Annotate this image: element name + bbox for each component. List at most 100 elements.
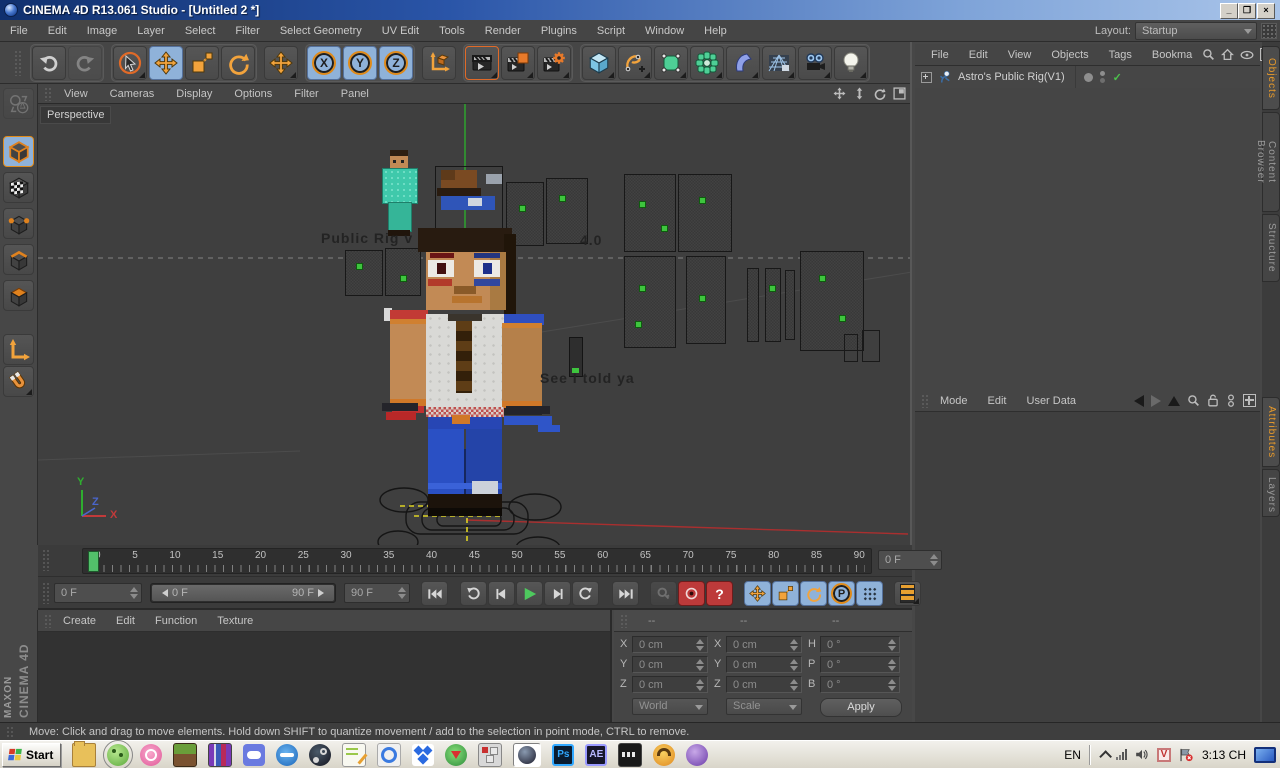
add-camera-button[interactable] bbox=[798, 46, 832, 80]
menu-image[interactable]: Image bbox=[77, 25, 128, 37]
add-spline-button[interactable] bbox=[618, 46, 652, 80]
viewport-canvas[interactable]: Perspective bbox=[38, 104, 912, 545]
menu-plugins[interactable]: Plugins bbox=[531, 25, 587, 37]
obj-menu-bookmarks[interactable]: Bookma bbox=[1142, 49, 1202, 61]
mat-menu-edit[interactable]: Edit bbox=[106, 615, 145, 627]
model-mode-button[interactable] bbox=[3, 136, 34, 167]
goto-start-button[interactable] bbox=[421, 581, 448, 606]
texture-mode-button[interactable] bbox=[3, 172, 34, 203]
obj-menu-file[interactable]: File bbox=[921, 49, 959, 61]
viewport-drag-handle[interactable] bbox=[44, 87, 53, 101]
obj-menu-edit[interactable]: Edit bbox=[959, 49, 998, 61]
axis-mode-button[interactable] bbox=[3, 334, 34, 365]
menu-tools[interactable]: Tools bbox=[429, 25, 475, 37]
object-enabled-check[interactable]: ✓ bbox=[1113, 71, 1122, 84]
menu-help[interactable]: Help bbox=[694, 25, 737, 37]
rot-h-field[interactable]: 0 ° bbox=[820, 636, 900, 653]
key-parameter-button[interactable]: P bbox=[828, 581, 855, 606]
taskbar-icon-utility[interactable] bbox=[478, 743, 502, 767]
size-y-field[interactable]: 0 cm bbox=[726, 656, 802, 673]
redo-button[interactable] bbox=[68, 46, 102, 80]
make-editable-button[interactable] bbox=[3, 88, 34, 119]
apply-button[interactable]: Apply bbox=[820, 698, 902, 717]
key-position-button[interactable] bbox=[744, 581, 771, 606]
preview-range-slider[interactable]: 0 F 90 F bbox=[150, 583, 336, 603]
taskbar-icon-steam[interactable] bbox=[309, 744, 331, 766]
end-frame-field[interactable]: 90 F bbox=[344, 583, 410, 603]
menu-file[interactable]: File bbox=[0, 25, 38, 37]
previous-frame-button[interactable] bbox=[488, 581, 515, 606]
taskbar-icon-winrar[interactable] bbox=[208, 743, 232, 767]
attr-menu-mode[interactable]: Mode bbox=[930, 395, 978, 407]
toggle-panels-icon[interactable] bbox=[893, 87, 906, 100]
last-tool-button[interactable] bbox=[264, 46, 298, 80]
attributes-drag-handle[interactable] bbox=[921, 394, 930, 408]
obj-menu-tags[interactable]: Tags bbox=[1099, 49, 1142, 61]
edges-mode-button[interactable] bbox=[3, 244, 34, 275]
menu-layer[interactable]: Layer bbox=[127, 25, 175, 37]
live-selection-button[interactable] bbox=[113, 46, 147, 80]
obj-menu-objects[interactable]: Objects bbox=[1041, 49, 1098, 61]
taskbar-icon-browser-sphere[interactable] bbox=[686, 744, 708, 766]
spinner-icon[interactable] bbox=[930, 554, 938, 566]
spinner-icon[interactable] bbox=[130, 587, 138, 599]
size-x-field[interactable]: 0 cm bbox=[726, 636, 802, 653]
tray-language[interactable]: EN bbox=[1064, 748, 1081, 762]
zoom-view-icon[interactable] bbox=[853, 87, 866, 100]
coordinate-system-button[interactable] bbox=[422, 46, 456, 80]
close-button[interactable]: × bbox=[1257, 3, 1275, 19]
search-icon[interactable] bbox=[1187, 394, 1200, 407]
tray-clock[interactable]: 3:13 CH bbox=[1202, 748, 1246, 762]
taskbar-icon-osu[interactable] bbox=[140, 744, 162, 766]
mat-menu-create[interactable]: Create bbox=[53, 615, 106, 627]
link-icon[interactable] bbox=[1226, 394, 1236, 408]
key-rotation-button[interactable] bbox=[800, 581, 827, 606]
current-frame-marker[interactable] bbox=[88, 551, 99, 572]
taskbar-icon-idm[interactable] bbox=[445, 744, 467, 766]
toolbar-drag-handle[interactable] bbox=[14, 50, 23, 76]
next-frame-button[interactable] bbox=[544, 581, 571, 606]
timeline-ruler[interactable]: 051015202530354045505560657075808590 bbox=[82, 548, 872, 574]
taskbar-icon-teamviewer[interactable] bbox=[276, 744, 298, 766]
add-panel-icon[interactable] bbox=[1243, 394, 1256, 407]
start-button[interactable]: Start bbox=[2, 743, 61, 767]
taskbar-icon-cinema4d-active[interactable] bbox=[513, 743, 541, 767]
history-forward-icon[interactable] bbox=[1151, 395, 1161, 407]
taskbar-icon-folder[interactable] bbox=[72, 743, 96, 767]
add-array-button[interactable] bbox=[690, 46, 724, 80]
loop-button[interactable] bbox=[572, 581, 599, 606]
render-view-button[interactable] bbox=[465, 46, 499, 80]
size-mode-dropdown[interactable]: Scale bbox=[726, 698, 802, 715]
coords-mode-dropdown[interactable]: World bbox=[632, 698, 708, 715]
layout-grid-icon[interactable] bbox=[1261, 23, 1277, 39]
goto-end-button[interactable] bbox=[612, 581, 639, 606]
parent-up-icon[interactable] bbox=[1168, 396, 1180, 406]
taskbar-icon-discord[interactable] bbox=[243, 744, 265, 766]
menu-edit[interactable]: Edit bbox=[38, 25, 77, 37]
rotate-view-icon[interactable] bbox=[873, 87, 886, 100]
tray-collapse-icon[interactable] bbox=[1099, 750, 1112, 763]
taskbar-icon-audio[interactable] bbox=[653, 744, 675, 766]
scale-tool-button[interactable] bbox=[185, 46, 219, 80]
minimize-button[interactable]: _ bbox=[1220, 3, 1238, 19]
mat-menu-function[interactable]: Function bbox=[145, 615, 207, 627]
tab-content-browser[interactable]: Content Browser bbox=[1262, 112, 1280, 212]
visibility-render-dots[interactable] bbox=[1100, 71, 1105, 83]
history-back-icon[interactable] bbox=[1134, 395, 1144, 407]
pan-view-icon[interactable] bbox=[833, 87, 846, 100]
timeline-drag-handle[interactable] bbox=[42, 549, 51, 571]
menu-filter[interactable]: Filter bbox=[225, 25, 269, 37]
pos-x-field[interactable]: 0 cm bbox=[632, 636, 708, 653]
taskbar-icon-minecraft[interactable] bbox=[173, 743, 197, 767]
lock-z-axis-button[interactable]: Z bbox=[379, 46, 413, 80]
materials-list-area[interactable] bbox=[38, 632, 610, 721]
range-left-arrow-icon[interactable] bbox=[162, 589, 168, 597]
play-backwards-button[interactable] bbox=[460, 581, 487, 606]
transport-drag-handle[interactable] bbox=[42, 582, 51, 604]
tab-objects[interactable]: Objects bbox=[1262, 46, 1280, 110]
tab-layers[interactable]: Layers bbox=[1262, 469, 1280, 517]
current-frame-field[interactable]: 0 F bbox=[878, 550, 942, 570]
volume-icon[interactable] bbox=[1135, 748, 1149, 761]
vp-menu-panel[interactable]: Panel bbox=[330, 88, 380, 100]
undo-button[interactable] bbox=[32, 46, 66, 80]
